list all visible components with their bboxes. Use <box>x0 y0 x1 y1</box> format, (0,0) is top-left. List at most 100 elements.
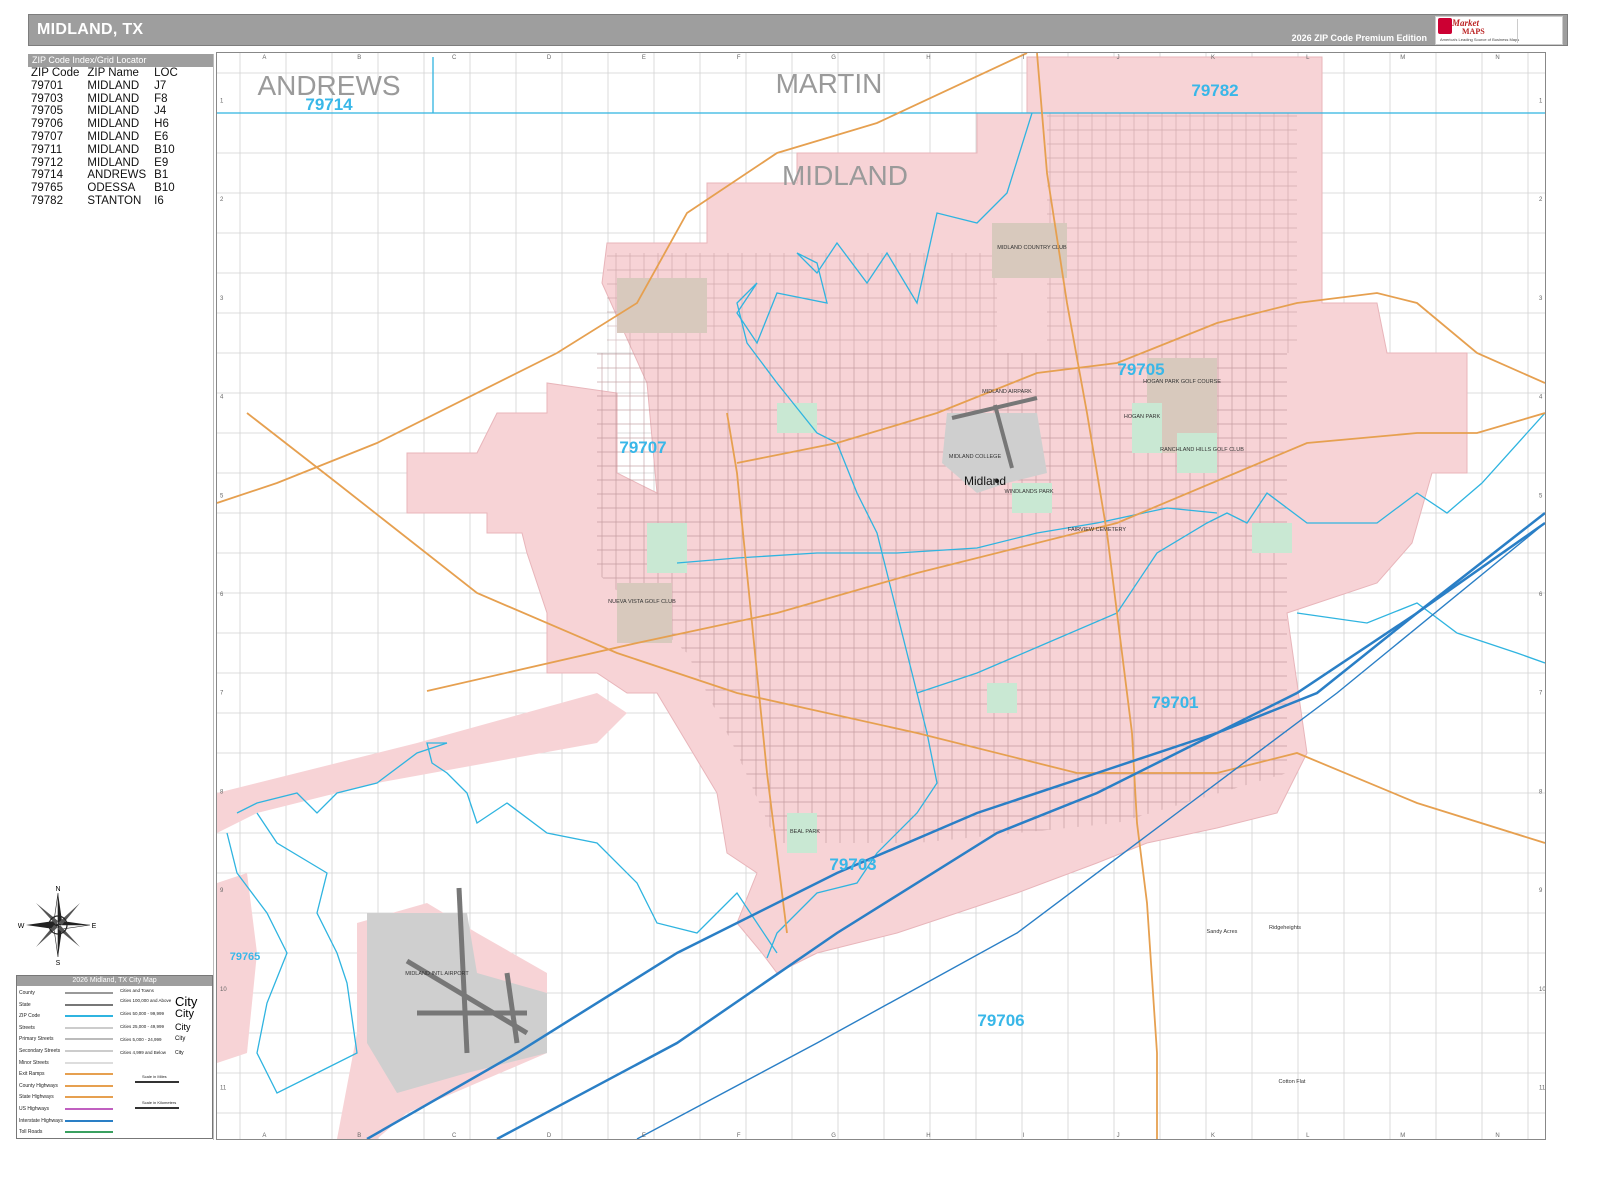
loc-cell: B1 <box>154 169 169 182</box>
zip-index-row: 79765 ODESSA B10 <box>31 182 186 195</box>
grid-col-label: N <box>1495 55 1499 61</box>
place-sandy-acres: Sandy Acres <box>1207 929 1238 935</box>
legend-row-label: State <box>19 1001 31 1008</box>
zip-label-79703: 79703 <box>829 855 876 874</box>
place-ranchland-hills: RANCHLAND HILLS GOLF CLUB <box>1160 447 1244 453</box>
legend-line-swatch <box>65 1073 113 1076</box>
legend-row-label: Secondary Streets <box>19 1048 61 1054</box>
legend-scale-bar <box>135 1107 179 1109</box>
legend-line-swatch <box>65 1038 113 1041</box>
place-nueva-vista: NUEVA VISTA GOLF CLUB <box>608 599 676 605</box>
legend-row-label: Minor Streets <box>19 1059 49 1066</box>
compass-e: E <box>92 923 97 930</box>
zip-code-cell: 79714 <box>31 169 63 182</box>
place-ridgeheights: Ridgeheights <box>1269 925 1301 931</box>
grid-row-label: 11 <box>220 1086 227 1092</box>
grid-col-label: F <box>737 55 741 61</box>
legend-city-sample: City <box>175 1021 191 1032</box>
place-midland-country-club: MIDLAND COUNTRY CLUB <box>997 245 1067 251</box>
place-windlands-park: WINDLANDS PARK <box>1004 489 1053 495</box>
grid-col-label: J <box>1117 1133 1120 1139</box>
grid-col-label: M <box>1400 55 1405 61</box>
legend-city-class: Cities 5,000 - 24,999 <box>120 1037 162 1042</box>
grid-row-label: 11 <box>1539 1086 1545 1092</box>
zip-code-cell: 79765 <box>31 182 63 195</box>
zip-index-table: ZIP Code ZIP Name LOC 79701 MIDLAND J7 7970… <box>31 67 186 208</box>
grid-col-label: H <box>926 1133 930 1139</box>
legend-city-sample: City <box>175 1049 184 1056</box>
place-hogan-park-golf: HOGAN PARK GOLF COURSE <box>1143 379 1221 385</box>
compass-w: W <box>18 923 25 930</box>
legend-line-swatch <box>65 992 113 994</box>
legend-row-label: US Highways <box>19 1106 50 1112</box>
zip-name-cell: MIDLAND <box>87 130 140 143</box>
legend-city-class: Cities 50,000 - 99,999 <box>120 1011 165 1016</box>
zip-name-cell: ANDREWS <box>87 169 147 182</box>
zip-name-cell: ODESSA <box>87 182 136 195</box>
county-martin: MARTIN <box>776 68 883 99</box>
zip-name-cell: MIDLAND <box>87 156 140 169</box>
legend-line-swatch <box>65 1108 113 1110</box>
windlands-park-area <box>1012 483 1052 513</box>
place-cotton-flat: Cotton Flat <box>1279 1079 1306 1085</box>
legend-row-label: Toll Roads <box>19 1129 43 1136</box>
zip-code-cell: 79707 <box>31 130 63 143</box>
zip-index-row: 79703 MIDLAND F8 <box>31 93 186 106</box>
legend-city-class: Cities 100,000 and Above <box>120 998 172 1003</box>
zip-label-79714: 79714 <box>305 95 353 114</box>
zip-label-79765: 79765 <box>230 951 261 963</box>
loc-cell: B10 <box>154 182 175 195</box>
legend-row-label: Streets <box>19 1024 35 1031</box>
zip-label-79782: 79782 <box>1191 81 1238 100</box>
place-midland-airpark: MIDLAND AIRPARK <box>982 389 1032 395</box>
legend-line-swatch <box>65 1050 113 1052</box>
grid-col-label: N <box>1495 1133 1499 1139</box>
legend-scale-label: Scale in Miles <box>142 1074 167 1079</box>
zip-name-cell: MIDLAND <box>87 79 140 92</box>
logo-mark-icon <box>1438 18 1452 34</box>
zip-index-header-row: ZIP Code ZIP Name LOC <box>31 67 186 80</box>
grid-col-label: C <box>452 55 457 61</box>
logo-tagline: America's Leading Source of Business Map… <box>1440 37 1520 42</box>
compass-n: N <box>55 886 60 893</box>
grid-col-label: G <box>831 1133 836 1139</box>
grid-col-label: G <box>831 55 836 61</box>
legend-line-swatch <box>65 1026 113 1029</box>
grid-col-label: A <box>262 1133 266 1139</box>
title-bar: MIDLAND, TX 2026 ZIP Code Premium Editio… <box>28 14 1568 46</box>
map-title: MIDLAND, TX <box>37 21 144 38</box>
legend-city-class: Cities 25,000 - 49,999 <box>120 1024 165 1029</box>
zip-index-row: 79782 STANTON I6 <box>31 195 186 208</box>
map-canvas[interactable]: AABBCCDDEEFFGGHHIIJJKKLLMMNN112233445566… <box>216 52 1546 1140</box>
zip-name-cell: MIDLAND <box>87 92 140 105</box>
loc-cell: E9 <box>154 156 169 169</box>
nueva-vista-golf <box>617 583 672 643</box>
grid-col-label: K <box>1211 1133 1215 1139</box>
map-svg[interactable]: AABBCCDDEEFFGGHHIIJJKKLLMMNN1 12 23 34 45 56 6… <box>217 53 1545 1139</box>
legend-row-label: County <box>19 990 35 996</box>
county-midland: MIDLAND <box>782 160 908 191</box>
legend-line-swatch <box>65 1003 113 1006</box>
zip-name-cell: STANTON <box>87 194 142 207</box>
grid-col-label: E <box>642 1133 646 1139</box>
grid-col-label: H <box>926 55 930 61</box>
zip-index-row: 79711 MIDLAND B10 <box>31 144 186 157</box>
zip-index-row: 79712 MIDLAND E9 <box>31 157 186 170</box>
northeast-street-grid <box>1047 113 1297 353</box>
small-park <box>987 683 1017 713</box>
hogan-park <box>1132 403 1162 453</box>
logo-text-2: MAPS <box>1462 27 1485 36</box>
legend-title: 2026 Midland, TX City Map <box>17 976 212 986</box>
publisher-logo: Market MAPS America's Leading Source of … <box>1435 16 1563 45</box>
grid-col-label: A <box>262 55 266 61</box>
zip-label-79701: 79701 <box>1151 693 1198 712</box>
legend-line-swatch <box>65 1015 113 1018</box>
loc-cell: F8 <box>154 92 168 105</box>
ranchland-hills <box>1177 433 1217 473</box>
legend-line-swatch <box>65 1119 113 1122</box>
loc-cell: E6 <box>154 130 169 143</box>
zip-name-cell: MIDLAND <box>87 105 140 118</box>
grid-col-label: J <box>1117 55 1120 61</box>
logo-info-block <box>1517 19 1559 43</box>
green-tree-golf <box>617 278 707 333</box>
